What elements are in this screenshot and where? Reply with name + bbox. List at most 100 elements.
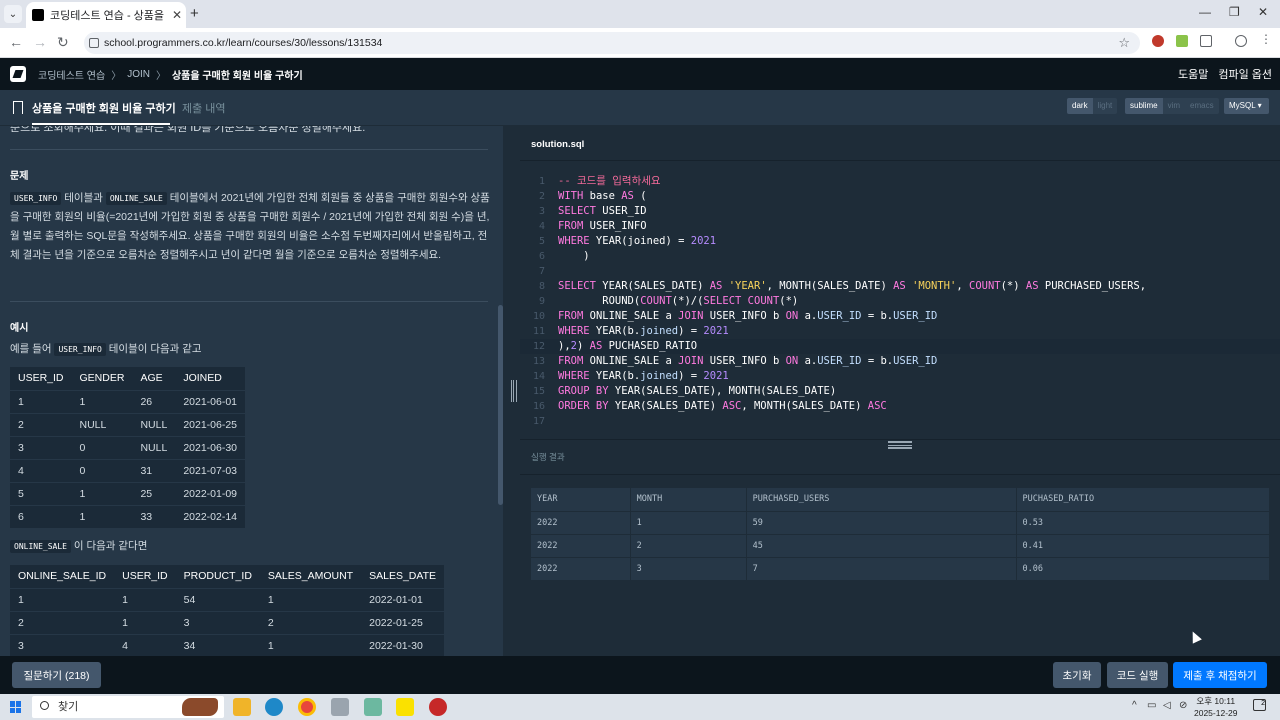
table-row: 2 1 3 2 2022-01-25	[10, 610, 445, 634]
browser-tab-bar: ⌄ 코딩테스트 연습 - 상품을 구매한 ✕ + — ❐ ✕	[0, 0, 1280, 28]
tab-search-button[interactable]: ⌄	[4, 5, 22, 23]
tab-title: 코딩테스트 연습 - 상품을 구매한	[50, 10, 166, 22]
minimize-icon[interactable]: —	[1199, 5, 1211, 19]
code-token: AS	[1025, 280, 1039, 292]
code-editor[interactable]: 1 -- 코드를 입력하세요 2 WITH base AS (3 SELECT USER…	[520, 174, 1280, 436]
breadcrumb-current: 상품을 구매한 회원 비율 구하기	[171, 70, 303, 82]
code-line[interactable]: 17	[520, 414, 1280, 429]
help-link[interactable]: 도움말	[1178, 66, 1208, 82]
code-line[interactable]: 4 FROM USER_INFO	[520, 219, 1280, 234]
code-token: AS	[893, 280, 906, 292]
submit-button[interactable]: 제출 후 채점하기	[1173, 662, 1267, 688]
line-number: 11	[532, 326, 545, 337]
chrome-icon[interactable]	[298, 698, 316, 716]
code-line[interactable]: 2 WITH base AS (	[520, 189, 1280, 204]
bookmark-star-icon[interactable]: ☆	[1118, 32, 1130, 54]
line-number: 3	[538, 206, 545, 217]
windows-start-icon[interactable]	[10, 701, 22, 713]
tab-submissions[interactable]: 제출 내역	[182, 100, 226, 116]
tab-close-icon[interactable]: ✕	[172, 8, 182, 22]
code-line[interactable]: 15 GROUP BY YEAR(SALES_DATE), MONTH(SALES…	[520, 384, 1280, 399]
table-cell: 2021-06-25	[175, 412, 246, 436]
code-line[interactable]: 8 SELECT YEAR(SALES_DATE) AS 'YEAR', MONT…	[520, 279, 1280, 294]
text: 이 다음과 같다면	[70, 540, 148, 552]
table-cell: 45	[745, 533, 1016, 557]
site-info-icon[interactable]	[89, 38, 99, 48]
edge-icon[interactable]	[265, 698, 283, 716]
keymap-vim-button[interactable]: vim	[1162, 98, 1186, 114]
record-app-icon[interactable]	[429, 698, 447, 716]
url-field[interactable]: school.programmers.co.kr/learn/courses/3…	[84, 32, 1140, 54]
extension-green-icon[interactable]	[1176, 35, 1188, 47]
back-icon[interactable]: ←	[9, 34, 23, 50]
editor-panel: solution.sql 1 -- 코드를 입력하세요 2 WITH base AS …	[520, 126, 1280, 656]
resize-handle-icon[interactable]	[888, 441, 912, 449]
extensions-puzzle-icon[interactable]	[1200, 35, 1212, 47]
notepad-icon[interactable]	[364, 698, 382, 716]
keymap-emacs-button[interactable]: emacs	[1185, 98, 1219, 114]
code-token: USER_INFO	[583, 220, 647, 232]
reload-icon[interactable]: ↻	[57, 34, 69, 51]
code-line[interactable]: 12),2) AS PUCHASED_RATIO	[520, 339, 1280, 354]
code-text: GROUP BY YEAR(SALES_DATE), MONTH(SALES_D…	[558, 384, 836, 399]
code-line[interactable]: 11 WHERE YEAR(b.joined) = 2021	[520, 324, 1280, 339]
app-icon[interactable]	[331, 698, 349, 716]
taskbar-search[interactable]: 찾기	[32, 696, 224, 718]
code-token: ) =	[678, 370, 704, 382]
breadcrumb-item[interactable]: 코딩테스트 연습	[38, 67, 105, 82]
code-line[interactable]: 1 -- 코드를 입력하세요	[520, 174, 1280, 189]
reset-button[interactable]: 초기화	[1053, 662, 1101, 688]
code-token: USER_INFO b	[703, 310, 786, 322]
theme-dark-button[interactable]: dark	[1067, 98, 1093, 114]
new-tab-button[interactable]: +	[190, 5, 199, 22]
code-line[interactable]: 9 ROUND(COUNT(*)/(SELECT COUNT(*)	[520, 294, 1280, 309]
theme-light-button[interactable]: light	[1092, 98, 1118, 114]
close-window-icon[interactable]: ✕	[1258, 5, 1268, 19]
search-placeholder: 찾기	[58, 701, 79, 713]
restore-icon[interactable]: ❐	[1229, 5, 1240, 19]
problem-cut-text: 순으로 조회해주세요. 이때 결과는 회원 ID를 기준으로 오름차순 정렬해주…	[10, 126, 366, 134]
forward-icon[interactable]: →	[33, 34, 47, 50]
keymap-sublime-button[interactable]: sublime	[1125, 98, 1163, 114]
code-token: COUNT	[640, 295, 672, 307]
kakaotalk-icon[interactable]	[396, 698, 414, 716]
volume-icon[interactable]: ◁	[1163, 700, 1171, 711]
programmers-logo-icon[interactable]	[10, 66, 26, 82]
code-line[interactable]: 7	[520, 264, 1280, 279]
code-line[interactable]: 3 SELECT USER_ID	[520, 204, 1280, 219]
table-header-row: ONLINE_SALE_ID USER_ID PRODUCT_ID SALES_AMO…	[10, 565, 444, 588]
table-row: 1 1 54 1 2022-01-01	[10, 587, 445, 611]
splitter-grip-icon[interactable]	[511, 380, 517, 402]
ask-question-button[interactable]: 질문하기 (218)	[12, 662, 101, 688]
browser-tab[interactable]: 코딩테스트 연습 - 상품을 구매한 ✕	[26, 2, 186, 28]
code-line[interactable]: 10 FROM ONLINE_SALE a JOIN USER_INFO b ON…	[520, 309, 1280, 324]
profile-icon[interactable]	[1235, 35, 1247, 47]
extension-opera-icon[interactable]	[1152, 35, 1164, 47]
table-cell: 6	[10, 504, 72, 528]
table-row: 4 0 31 2021-07-03	[10, 458, 246, 482]
file-explorer-icon[interactable]	[233, 698, 251, 716]
notification-icon[interactable]: 2	[1253, 699, 1266, 711]
tab-problem[interactable]: 상품을 구매한 회원 비율 구하기	[32, 100, 176, 116]
table-cell: 54	[175, 587, 260, 611]
run-code-button[interactable]: 코드 실행	[1107, 662, 1168, 688]
breadcrumb-item[interactable]: JOIN	[127, 69, 150, 80]
taskbar-clock[interactable]: 오후 10:11 2025-12-29	[1194, 695, 1237, 719]
code-token: joined	[640, 325, 679, 337]
code-line[interactable]: 6 )	[520, 249, 1280, 264]
code-token: YEAR(b.	[589, 370, 641, 382]
tray-chevron-icon[interactable]: ^	[1132, 700, 1137, 711]
code-token: (*)	[1000, 280, 1026, 292]
language-select[interactable]: MySQL ▾	[1224, 98, 1269, 114]
compile-options-link[interactable]: 컴파일 옵션	[1218, 66, 1272, 82]
network-icon[interactable]: ▭	[1147, 700, 1156, 711]
code-line[interactable]: 16 ORDER BY YEAR(SALES_DATE) ASC, MONTH(S…	[520, 399, 1280, 414]
code-line[interactable]: 5 WHERE YEAR(joined) = 2021	[520, 234, 1280, 249]
code-line[interactable]: 14 WHERE YEAR(b.joined) = 2021	[520, 369, 1280, 384]
sync-icon[interactable]: ⊘	[1179, 700, 1187, 711]
browser-menu-icon[interactable]: ⋮	[1260, 32, 1272, 46]
code-line[interactable]: 13 FROM ONLINE_SALE a JOIN USER_INFO b ON…	[520, 354, 1280, 369]
table-row: 1 1 26 2021-06-01	[10, 389, 246, 413]
bookmark-icon[interactable]	[13, 101, 23, 114]
code-token: FROM	[558, 220, 584, 232]
